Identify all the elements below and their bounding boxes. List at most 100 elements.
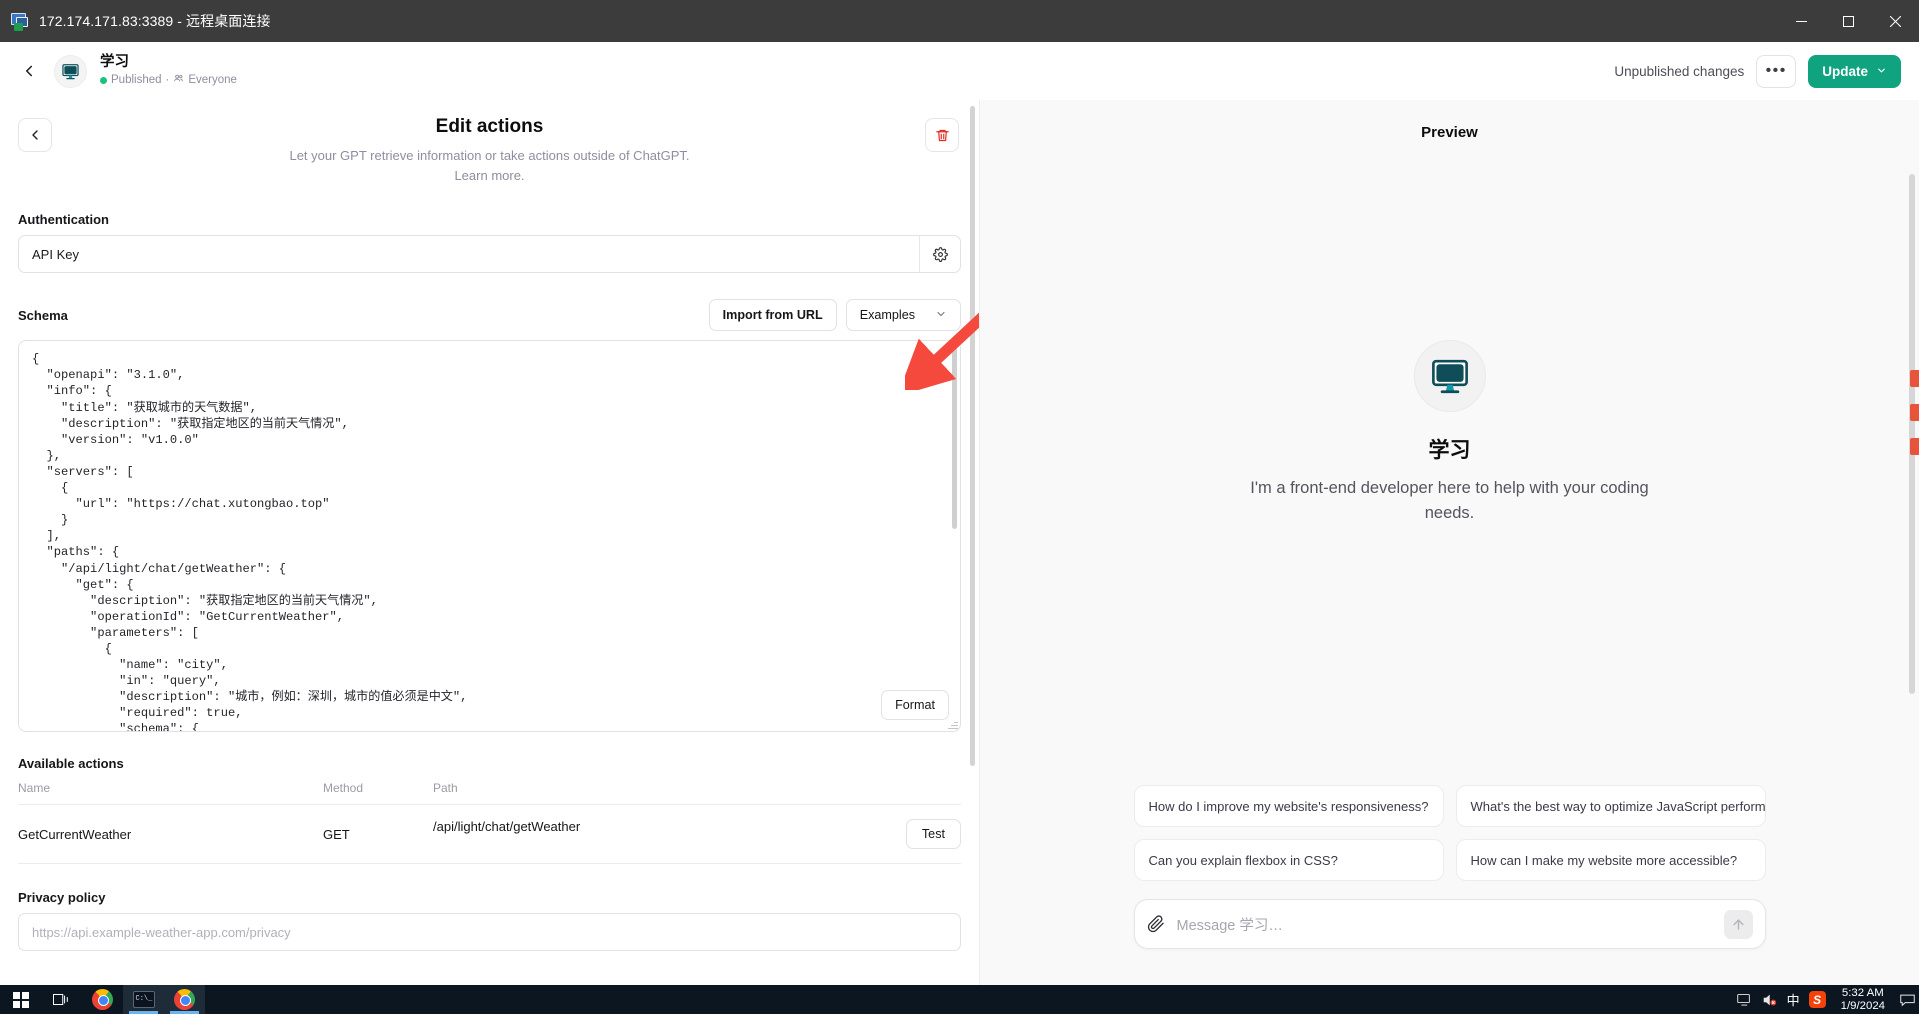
gpt-publish-status: Published	[111, 74, 162, 87]
message-composer[interactable]: Message 学习…	[1134, 899, 1766, 949]
suggestion-text: Can you explain flexbox in CSS?	[1149, 853, 1338, 868]
more-options-button[interactable]: •••	[1756, 55, 1796, 88]
preview-pane: Preview 学习 I'm a front-end developer her…	[980, 100, 1919, 985]
edit-actions-pane: Edit actions Let your GPT retrieve infor…	[0, 100, 980, 985]
rdp-title-bar: 172.174.171.83:3389 - 远程桌面连接	[0, 0, 1919, 42]
clock-time: 5:32 AM	[1841, 987, 1885, 1000]
back-arrow-icon[interactable]	[12, 54, 46, 88]
preview-title: Preview	[1421, 124, 1478, 141]
windows-taskbar: C:\_ 中 S 5:32 AM 1/9/2024	[0, 985, 1919, 1014]
clock-date: 1/9/2024	[1841, 1000, 1885, 1013]
edge-marker	[1910, 370, 1919, 387]
ime-indicator[interactable]: 中	[1787, 990, 1800, 1009]
schema-code[interactable]: { "openapi": "3.1.0", "info": { "title":…	[19, 341, 960, 732]
column-header-method: Method	[323, 781, 433, 805]
resize-handle[interactable]	[948, 719, 958, 729]
edit-actions-header: Edit actions Let your GPT retrieve infor…	[18, 100, 961, 186]
header-actions: Unpublished changes ••• Update	[1614, 55, 1901, 88]
chrome-icon	[92, 989, 113, 1010]
more-dots-icon: •••	[1766, 63, 1787, 79]
gpt-visibility: Everyone	[188, 74, 237, 87]
table-header-row: Name Method Path	[18, 781, 961, 805]
page-subtitle: Let your GPT retrieve information or tak…	[130, 146, 850, 186]
action-path-cell: /api/light/chat/getWeather Test	[433, 805, 961, 864]
unpublished-changes-label: Unpublished changes	[1614, 64, 1744, 79]
chrome-active-taskbar-button[interactable]	[164, 985, 205, 1014]
schema-label: Schema	[18, 308, 68, 323]
send-arrow-icon[interactable]	[1724, 910, 1753, 939]
preview-intro: 学习 I'm a front-end developer here to hel…	[980, 141, 1919, 785]
column-header-name: Name	[18, 781, 323, 805]
task-view-icon	[53, 992, 70, 1007]
preview-gpt-name: 学习	[1429, 434, 1471, 464]
chrome-taskbar-button[interactable]	[82, 985, 123, 1014]
import-from-url-button[interactable]: Import from URL	[709, 299, 837, 331]
edge-marker	[1910, 438, 1919, 455]
chevron-down-icon	[1876, 64, 1887, 79]
action-method: GET	[323, 805, 433, 864]
gear-icon[interactable]	[919, 236, 960, 272]
update-button-label: Update	[1822, 64, 1868, 79]
authentication-field[interactable]: API Key	[18, 235, 961, 273]
gpt-name: 学习	[100, 54, 237, 71]
minimize-icon[interactable]	[1778, 0, 1825, 42]
delete-action-button[interactable]	[925, 118, 959, 152]
preview-gpt-description: I'm a front-end developer here to help w…	[1235, 476, 1665, 526]
sogou-input-icon[interactable]: S	[1809, 991, 1826, 1008]
list-item[interactable]: How can I make my website more accessibl…	[1456, 839, 1766, 881]
list-item[interactable]: How do I improve my website's responsive…	[1134, 785, 1444, 827]
table-row: GetCurrentWeather GET /api/light/chat/ge…	[18, 805, 961, 864]
notification-icon[interactable]	[1900, 993, 1915, 1007]
available-actions-title: Available actions	[18, 756, 961, 771]
suggestion-text: How can I make my website more accessibl…	[1471, 853, 1738, 868]
edge-marker	[1910, 404, 1919, 421]
terminal-taskbar-button[interactable]: C:\_	[123, 985, 164, 1014]
action-path: /api/light/chat/getWeather	[433, 819, 580, 834]
schema-toolbar: Schema Import from URL Examples	[18, 299, 961, 331]
test-action-button[interactable]: Test	[906, 819, 961, 849]
edge-markers	[1910, 370, 1919, 472]
examples-label: Examples	[860, 308, 915, 322]
system-tray: 中 S 5:32 AM 1/9/2024	[1737, 985, 1919, 1014]
separator: ·	[166, 74, 170, 87]
terminal-icon: C:\_	[133, 991, 155, 1008]
rdp-window-title: 172.174.171.83:3389 - 远程桌面连接	[39, 11, 271, 31]
list-item[interactable]: What's the best way to optimize JavaScri…	[1456, 785, 1766, 827]
examples-dropdown[interactable]: Examples	[846, 299, 961, 331]
format-label: Format	[895, 698, 935, 712]
maximize-icon[interactable]	[1825, 0, 1872, 42]
column-header-path: Path	[433, 781, 961, 805]
test-button-label: Test	[922, 827, 945, 841]
schema-scrollbar[interactable]	[952, 347, 957, 529]
list-item[interactable]: Can you explain flexbox in CSS?	[1134, 839, 1444, 881]
message-input[interactable]: Message 学习…	[1177, 914, 1724, 935]
chrome-icon	[174, 989, 195, 1010]
close-icon[interactable]	[1872, 0, 1919, 42]
format-button[interactable]: Format	[881, 690, 949, 720]
remote-desktop-icon	[10, 11, 30, 31]
section-back-button[interactable]	[18, 118, 52, 152]
learn-more-link[interactable]: Learn more.	[130, 166, 850, 186]
gpt-avatar-icon[interactable]	[54, 55, 87, 88]
gpt-status: Published · Everyone	[100, 73, 237, 88]
available-actions-table: Name Method Path GetCurrentWeather GET /…	[18, 781, 961, 864]
editor-scrollbar[interactable]	[970, 106, 975, 766]
volume-muted-icon[interactable]	[1762, 993, 1778, 1007]
gpt-avatar-icon	[1414, 340, 1486, 412]
suggestion-cards: How do I improve my website's responsive…	[1134, 785, 1766, 881]
gpt-builder-header: 学习 Published · Everyone Unpublished chan…	[0, 42, 1919, 100]
start-button[interactable]	[0, 985, 41, 1014]
authentication-label: Authentication	[18, 212, 961, 227]
task-view-button[interactable]	[41, 985, 82, 1014]
builder-body: Edit actions Let your GPT retrieve infor…	[0, 100, 1919, 985]
paperclip-icon[interactable]	[1147, 915, 1165, 933]
suggestion-text: How do I improve my website's responsive…	[1149, 799, 1429, 814]
taskbar-clock[interactable]: 5:32 AM 1/9/2024	[1841, 987, 1885, 1013]
window-controls	[1778, 0, 1919, 42]
display-icon[interactable]	[1737, 993, 1753, 1007]
privacy-policy-input[interactable]: https://api.example-weather-app.com/priv…	[18, 913, 961, 951]
update-button[interactable]: Update	[1808, 55, 1901, 88]
action-name: GetCurrentWeather	[18, 805, 323, 864]
gpt-meta: 学习 Published · Everyone	[100, 54, 237, 89]
schema-editor[interactable]: { "openapi": "3.1.0", "info": { "title":…	[18, 340, 961, 732]
